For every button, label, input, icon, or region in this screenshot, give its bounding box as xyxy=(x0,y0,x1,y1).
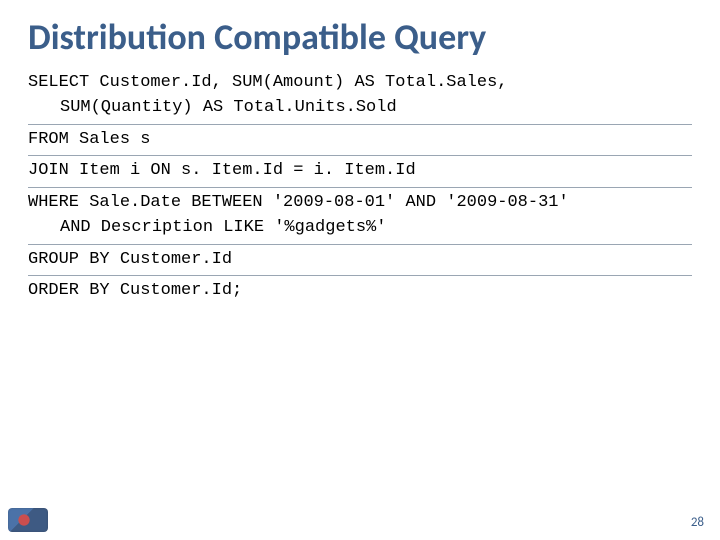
logo-icon xyxy=(8,508,48,532)
page-title: Distribution Compatible Query xyxy=(28,18,692,58)
where-clause: WHERE Sale.Date BETWEEN '2009-08-01' AND… xyxy=(28,188,692,245)
join-clause: JOIN Item i ON s. Item.Id = i. Item.Id xyxy=(28,156,692,188)
join-line: JOIN Item i ON s. Item.Id = i. Item.Id xyxy=(28,161,416,180)
select-clause: SELECT Customer.Id, SUM(Amount) AS Total… xyxy=(28,68,692,125)
order-by-line: ORDER BY Customer.Id; xyxy=(28,281,242,300)
order-by-clause: ORDER BY Customer.Id; xyxy=(28,276,692,307)
sql-query: SELECT Customer.Id, SUM(Amount) AS Total… xyxy=(28,68,692,307)
from-line: FROM Sales s xyxy=(28,130,150,149)
page-number: 28 xyxy=(691,515,704,530)
select-line-1: SELECT Customer.Id, SUM(Amount) AS Total… xyxy=(28,73,507,92)
from-clause: FROM Sales s xyxy=(28,125,692,157)
group-by-clause: GROUP BY Customer.Id xyxy=(28,245,692,277)
where-line-2: AND Description LIKE '%gadgets%' xyxy=(28,215,692,241)
where-line-1: WHERE Sale.Date BETWEEN '2009-08-01' AND… xyxy=(28,193,569,212)
group-by-line: GROUP BY Customer.Id xyxy=(28,250,232,269)
slide: Distribution Compatible Query SELECT Cus… xyxy=(0,0,720,540)
select-line-2: SUM(Quantity) AS Total.Units.Sold xyxy=(28,95,692,121)
